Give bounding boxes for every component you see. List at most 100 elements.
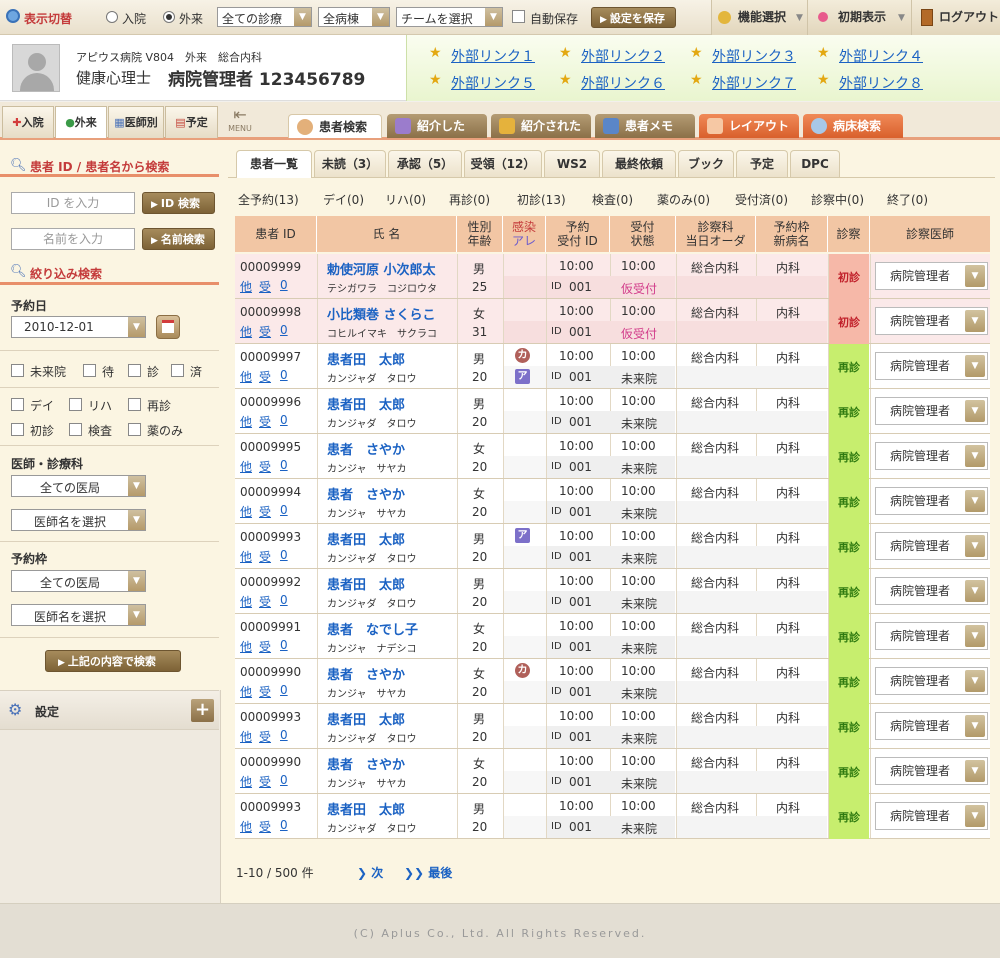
other-link[interactable]: 他 (240, 593, 252, 610)
filter-day[interactable]: デイ(0) (323, 191, 364, 208)
count-link[interactable]: 0 (280, 593, 288, 607)
patient-id-input[interactable]: ID を入力 (11, 192, 135, 214)
reservation-date-select[interactable]: 2010-12-01 ▼ (11, 316, 146, 338)
tab-patient-list[interactable]: 患者一覧 (236, 150, 312, 178)
tab-last-request[interactable]: 最終依頼 (602, 150, 676, 177)
patient-name[interactable]: 小比類巻 さくらこ (327, 304, 436, 323)
receive-link[interactable]: 受 (259, 593, 271, 610)
name-search-button[interactable]: ▶ 名前検索 (142, 228, 215, 250)
checkbox-first-visit[interactable] (11, 423, 24, 436)
tab-patient-search[interactable]: 患者検索 (288, 114, 382, 138)
receive-link[interactable]: 受 (259, 458, 271, 475)
slot-dept-select[interactable]: 全ての医局 ▼ (11, 570, 146, 592)
count-link[interactable]: 0 (280, 413, 288, 427)
receive-link[interactable]: 受 (259, 323, 271, 340)
other-link[interactable]: 他 (240, 773, 252, 790)
count-link[interactable]: 0 (280, 773, 288, 787)
checkbox-medicine-only[interactable] (128, 423, 141, 436)
patient-name[interactable]: 患者田 太郎 (327, 574, 405, 593)
checkbox-rehab[interactable] (69, 398, 82, 411)
doctor-select[interactable]: 病院管理者 ▼ (875, 577, 988, 605)
ward-select[interactable]: 全病棟 ▼ (318, 7, 390, 27)
other-link[interactable]: 他 (240, 683, 252, 700)
patient-name[interactable]: 患者 さやか (327, 754, 405, 773)
other-link[interactable]: 他 (240, 413, 252, 430)
save-settings-button[interactable]: ▶ 設定を保存 (591, 7, 676, 28)
checkbox-not-arrived[interactable] (11, 364, 24, 377)
checkbox-revisit[interactable] (128, 398, 141, 411)
doctor-select[interactable]: 病院管理者 ▼ (875, 712, 988, 740)
doctor-select[interactable]: 病院管理者 ▼ (875, 757, 988, 785)
patient-name[interactable]: 勅使河原 小次郎太 (327, 259, 436, 278)
dept-select[interactable]: 全ての診療 ▼ (217, 7, 312, 27)
filter-examining[interactable]: 診察中(0) (811, 191, 864, 208)
filter-search-button[interactable]: ▶ 上記の内容で検索 (45, 650, 181, 672)
patient-name[interactable]: 患者 さやか (327, 664, 405, 683)
tab-ws2[interactable]: WS2 (544, 150, 600, 177)
doctor-select[interactable]: 病院管理者 ▼ (875, 487, 988, 515)
patient-name[interactable]: 患者 なでし子 (327, 619, 418, 638)
receive-link[interactable]: 受 (259, 728, 271, 745)
plus-icon[interactable]: + (191, 699, 214, 722)
receive-link[interactable]: 受 (259, 818, 271, 835)
doctor-select[interactable]: 病院管理者 ▼ (875, 532, 988, 560)
external-link-3[interactable]: 外部リンク３ (712, 46, 796, 66)
tab-inpatient[interactable]: ✚入院 (2, 106, 54, 138)
team-select[interactable]: チームを選択 ▼ (396, 7, 503, 27)
receive-link[interactable]: 受 (259, 413, 271, 430)
filter-received[interactable]: 受付済(0) (735, 191, 788, 208)
external-link-6[interactable]: 外部リンク６ (581, 73, 665, 93)
other-link[interactable]: 他 (240, 278, 252, 295)
tab-approved[interactable]: 承認（5） (388, 150, 462, 177)
checkbox-done[interactable] (171, 364, 184, 377)
tab-bed-search[interactable]: 病床検索 (803, 114, 903, 138)
receive-link[interactable]: 受 (259, 773, 271, 790)
patient-name[interactable]: 患者田 太郎 (327, 394, 405, 413)
next-page-link[interactable]: ❯ 次 (357, 864, 383, 881)
checkbox-day[interactable] (11, 398, 24, 411)
checkbox-waiting[interactable] (83, 364, 96, 377)
tab-schedule[interactable]: ▤予定 (165, 106, 218, 138)
receive-link[interactable]: 受 (259, 503, 271, 520)
filter-first-visit[interactable]: 初診(13) (517, 191, 566, 208)
doctor-select[interactable]: 病院管理者 ▼ (875, 442, 988, 470)
filter-rehab[interactable]: リハ(0) (385, 191, 426, 208)
count-link[interactable]: 0 (280, 683, 288, 697)
doctor-name-select[interactable]: 医師名を選択 ▼ (11, 509, 146, 531)
feature-select-button[interactable]: 機能選択 ▼ (711, 0, 807, 35)
filter-all-reservations[interactable]: 全予約(13) (238, 191, 299, 208)
count-link[interactable]: 0 (280, 638, 288, 652)
count-link[interactable]: 0 (280, 728, 288, 742)
count-link[interactable]: 0 (280, 278, 288, 292)
external-link-8[interactable]: 外部リンク８ (839, 73, 923, 93)
receive-link[interactable]: 受 (259, 278, 271, 295)
other-link[interactable]: 他 (240, 458, 252, 475)
doctor-dept-select[interactable]: 全ての医局 ▼ (11, 475, 146, 497)
receive-link[interactable]: 受 (259, 683, 271, 700)
other-link[interactable]: 他 (240, 638, 252, 655)
patient-name[interactable]: 患者 さやか (327, 484, 405, 503)
other-link[interactable]: 他 (240, 818, 252, 835)
doctor-select[interactable]: 病院管理者 ▼ (875, 352, 988, 380)
tab-patient-memo[interactable]: 患者メモ (595, 114, 695, 138)
menu-toggle[interactable]: ⇤ MENU (224, 106, 256, 138)
patient-name[interactable]: 患者田 太郎 (327, 349, 405, 368)
other-link[interactable]: 他 (240, 728, 252, 745)
slot-name-select[interactable]: 医師名を選択 ▼ (11, 604, 146, 626)
logout-button[interactable]: ログアウト (911, 0, 1000, 35)
calendar-button[interactable] (156, 315, 180, 339)
last-page-link[interactable]: ❯❯ 最後 (404, 864, 452, 881)
count-link[interactable]: 0 (280, 323, 288, 337)
external-link-5[interactable]: 外部リンク５ (451, 73, 535, 93)
external-link-2[interactable]: 外部リンク２ (581, 46, 665, 66)
count-link[interactable]: 0 (280, 458, 288, 472)
tab-by-doctor[interactable]: ▦医師別 (108, 106, 164, 138)
count-link[interactable]: 0 (280, 818, 288, 832)
external-link-7[interactable]: 外部リンク７ (712, 73, 796, 93)
receive-link[interactable]: 受 (259, 638, 271, 655)
tab-received[interactable]: 紹介された (491, 114, 591, 138)
count-link[interactable]: 0 (280, 368, 288, 382)
filter-medicine-only[interactable]: 薬のみ(0) (657, 191, 710, 208)
filter-finished[interactable]: 終了(0) (887, 191, 928, 208)
doctor-select[interactable]: 病院管理者 ▼ (875, 262, 988, 290)
